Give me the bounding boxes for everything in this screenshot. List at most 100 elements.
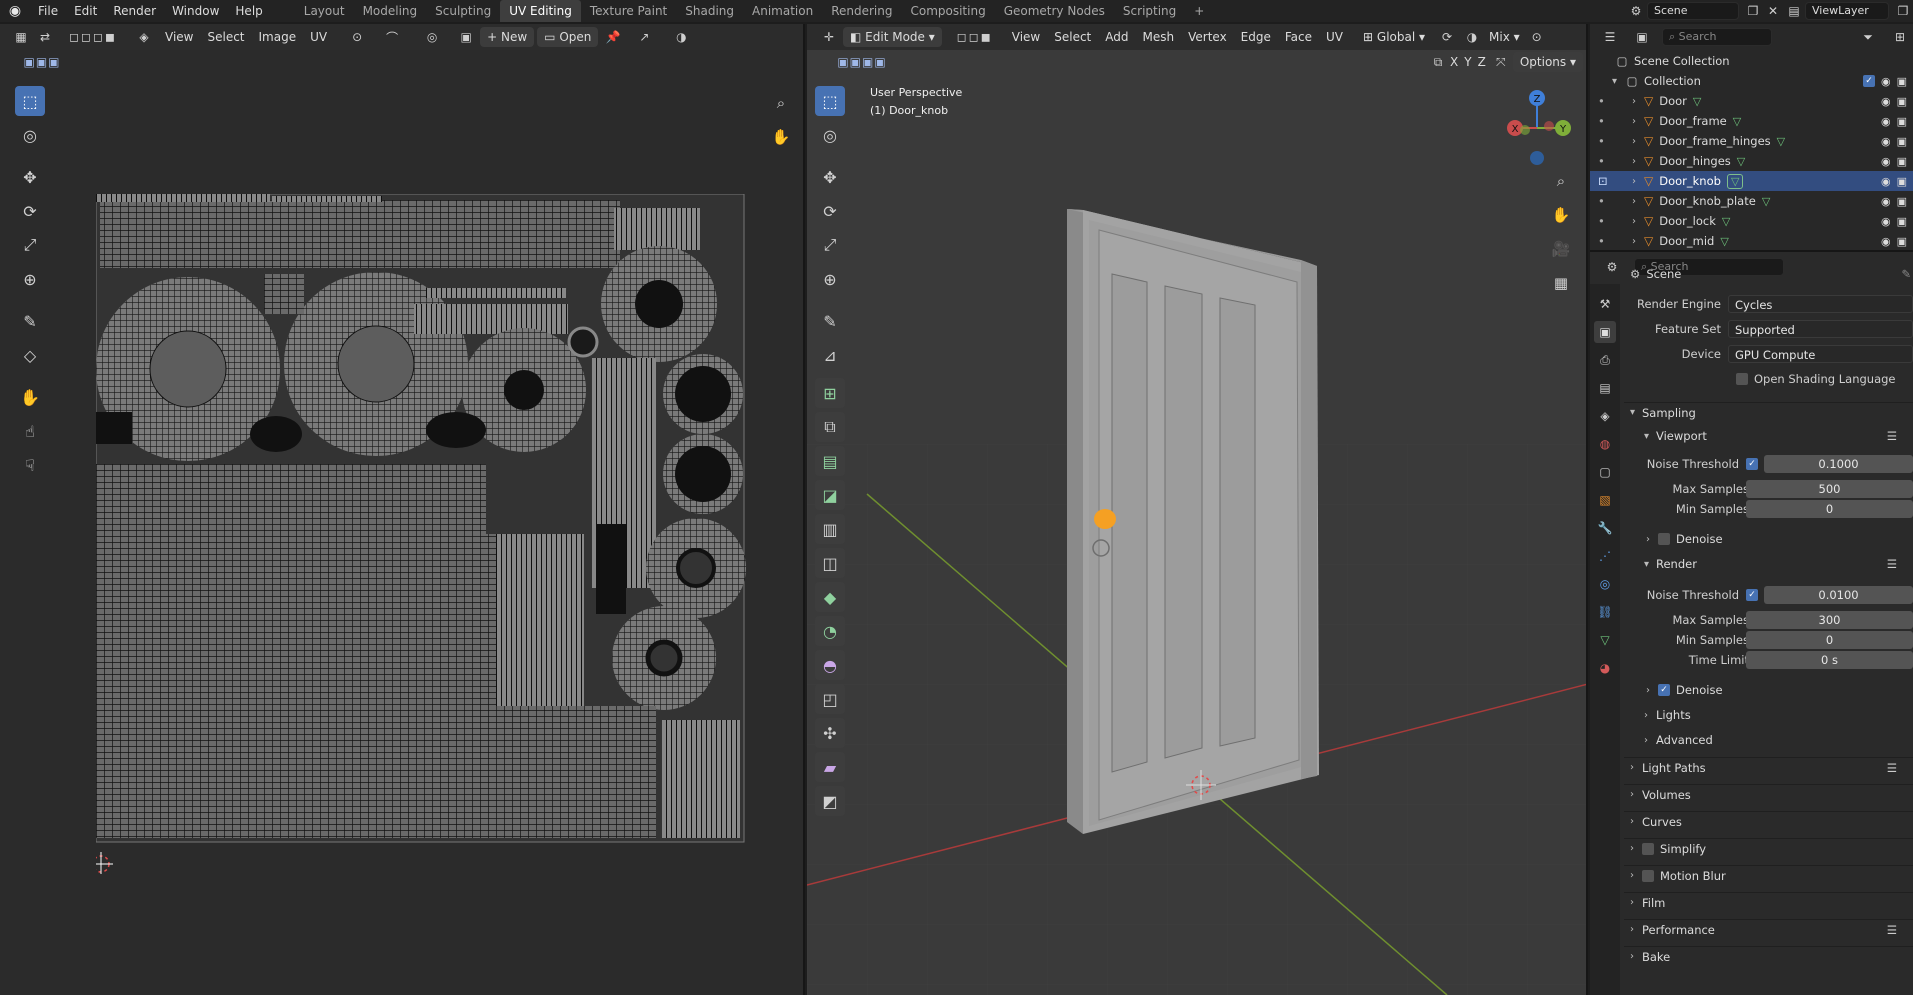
tab-shading[interactable]: Shading: [676, 0, 743, 22]
uv-sync-icon[interactable]: ⇄: [34, 30, 56, 44]
expand-caret-icon[interactable]: ›: [1646, 685, 1658, 696]
expand-caret-icon[interactable]: ›: [1632, 96, 1644, 107]
pin-icon[interactable]: ✎: [1901, 267, 1911, 281]
rotate-tool-icon[interactable]: ⟳: [15, 196, 45, 226]
edit-mode-dot-icon[interactable]: •: [1598, 154, 1622, 168]
object-tab-icon[interactable]: ▧: [1594, 489, 1616, 511]
uv-menu-uv[interactable]: UV: [303, 27, 334, 47]
vp-menu-add[interactable]: Add: [1098, 27, 1135, 47]
expand-caret-icon[interactable]: ›: [1646, 534, 1658, 545]
eye-icon[interactable]: ◉: [1881, 155, 1891, 168]
snap-icon[interactable]: ◑: [1462, 30, 1482, 44]
outliner-item-door-lock[interactable]: • › ▽ Door_lock ▽ ◉ ▣: [1590, 211, 1913, 231]
shear-tool-icon[interactable]: ▰: [815, 752, 845, 782]
move-tool-icon[interactable]: ✥: [15, 162, 45, 192]
inset-tool-icon[interactable]: ▤: [815, 446, 845, 476]
scene-tab-icon[interactable]: ◈: [1594, 405, 1616, 427]
collapse-caret-icon[interactable]: ▾: [1644, 431, 1656, 442]
uv-menu-view[interactable]: View: [158, 27, 200, 47]
camera-icon[interactable]: ▣: [1897, 215, 1907, 228]
select-box-tool-icon[interactable]: ⬚: [15, 86, 45, 116]
mesh-data-icon[interactable]: ▽: [1693, 95, 1701, 108]
expand-caret-icon[interactable]: ▾: [1612, 76, 1624, 87]
r-denoise-row[interactable]: › ✓ Denoise: [1624, 680, 1913, 700]
expand-caret-icon[interactable]: ›: [1632, 156, 1644, 167]
exclude-checkbox[interactable]: ✓: [1862, 74, 1875, 87]
menu-edit[interactable]: Edit: [66, 0, 105, 22]
properties-editor-type-icon[interactable]: ⚙: [1598, 260, 1626, 274]
pan-hand-icon[interactable]: ✋: [770, 126, 792, 148]
expand-caret-icon[interactable]: ›: [1630, 789, 1642, 800]
bevel-tool-icon[interactable]: ◪: [815, 480, 845, 510]
expand-caret-icon[interactable]: ›: [1632, 136, 1644, 147]
lights-section[interactable]: › Lights: [1624, 705, 1913, 725]
render-engine-dropdown[interactable]: Cycles: [1728, 295, 1913, 313]
edge-slide-tool-icon[interactable]: ◰: [815, 684, 845, 714]
new-scene-icon[interactable]: ❐: [1743, 4, 1763, 18]
navigation-gizmo[interactable]: Z Y X: [1497, 84, 1577, 174]
scale-tool-icon[interactable]: ⤢: [815, 230, 845, 260]
collapse-caret-icon[interactable]: ▾: [1630, 407, 1642, 418]
list-icon[interactable]: ☰: [1887, 923, 1897, 937]
proportional-edit-dropdown[interactable]: Mix ▾: [1482, 27, 1527, 47]
perspective-toggle-icon[interactable]: ▦: [1550, 272, 1572, 294]
edit-mode-dot-icon[interactable]: •: [1598, 194, 1622, 208]
film-section[interactable]: › Film: [1624, 892, 1913, 912]
menu-help[interactable]: Help: [227, 0, 270, 22]
expand-caret-icon[interactable]: ›: [1630, 951, 1642, 962]
vp-noise-threshold-checkbox[interactable]: ✓: [1746, 458, 1758, 470]
select-box-tool-icon[interactable]: ⬚: [815, 86, 845, 116]
expand-caret-icon[interactable]: ›: [1632, 216, 1644, 227]
r-noise-threshold-checkbox[interactable]: ✓: [1746, 589, 1758, 601]
outliner-editor-type-icon[interactable]: ☰: [1598, 30, 1622, 44]
eye-icon[interactable]: ◉: [1881, 215, 1891, 228]
mesh-data-icon[interactable]: ▽: [1722, 215, 1730, 228]
expand-caret-icon[interactable]: ›: [1632, 116, 1644, 127]
mode-selector[interactable]: ◧ Edit Mode ▾: [843, 27, 942, 47]
zoom-icon[interactable]: ⌕: [770, 92, 792, 114]
edit-mode-icon[interactable]: ⊡: [1598, 174, 1622, 188]
list-icon[interactable]: ☰: [1887, 761, 1897, 775]
blender-logo-icon[interactable]: ◉: [0, 3, 30, 19]
expand-caret-icon[interactable]: ›: [1630, 843, 1642, 854]
motion-blur-checkbox[interactable]: [1642, 869, 1654, 882]
vp-denoise-checkbox[interactable]: [1658, 533, 1670, 545]
viewport-scene[interactable]: [807, 24, 1588, 995]
outliner-item-door-hinges[interactable]: • › ▽ Door_hinges ▽ ◉ ▣: [1590, 151, 1913, 171]
camera-icon[interactable]: ▣: [1897, 115, 1907, 128]
render-tab-icon[interactable]: ▣: [1594, 321, 1616, 343]
viewport-subsection[interactable]: ▾ Viewport ☰: [1624, 426, 1913, 446]
pan-hand-icon[interactable]: ✋: [1550, 204, 1572, 226]
mirror-icon[interactable]: ⧉: [1429, 55, 1447, 70]
edit-mode-dot-icon[interactable]: •: [1598, 134, 1622, 148]
vp-menu-face[interactable]: Face: [1278, 27, 1319, 47]
shrink-fatten-tool-icon[interactable]: ✣: [815, 718, 845, 748]
vp-noise-threshold-field[interactable]: 0.1000: [1764, 455, 1913, 473]
simplify-section[interactable]: › Simplify: [1624, 838, 1913, 858]
vp-menu-uv[interactable]: UV: [1319, 27, 1350, 47]
camera-icon[interactable]: ▣: [1897, 75, 1907, 88]
collection-tab-icon[interactable]: ▢: [1594, 461, 1616, 483]
vp-menu-edge[interactable]: Edge: [1234, 27, 1278, 47]
add-cube-tool-icon[interactable]: ⊞: [815, 378, 845, 408]
vp-min-samples-field[interactable]: 0: [1746, 500, 1913, 518]
uv-menu-image[interactable]: Image: [252, 27, 304, 47]
data-tab-icon[interactable]: ▽: [1594, 629, 1616, 651]
transform-orientation-dropdown[interactable]: ⊞ Global ▾: [1356, 27, 1432, 47]
rip-tool-icon[interactable]: ◇: [15, 340, 45, 370]
auto-merge-icon[interactable]: ⤧: [1489, 55, 1513, 70]
simplify-checkbox[interactable]: [1642, 842, 1654, 855]
edit-mode-dot-icon[interactable]: •: [1598, 94, 1622, 108]
annotate-tool-icon[interactable]: ✎: [815, 306, 845, 336]
tab-uv-editing[interactable]: UV Editing: [500, 0, 581, 22]
edit-mode-dot-icon[interactable]: •: [1598, 214, 1622, 228]
cursor-tool-icon[interactable]: ◎: [815, 120, 845, 150]
tab-animation[interactable]: Animation: [743, 0, 822, 22]
camera-icon[interactable]: ▣: [1897, 155, 1907, 168]
extrude-tool-icon[interactable]: ⧉: [815, 412, 845, 442]
pivot-icon[interactable]: ⊙: [342, 30, 372, 44]
mesh-select-mode-icon[interactable]: ◻◻◼: [945, 30, 1005, 44]
mesh-data-icon[interactable]: ▽: [1733, 115, 1741, 128]
edit-mode-dot-icon[interactable]: •: [1598, 234, 1622, 248]
pin-icon[interactable]: 📌: [601, 30, 625, 44]
